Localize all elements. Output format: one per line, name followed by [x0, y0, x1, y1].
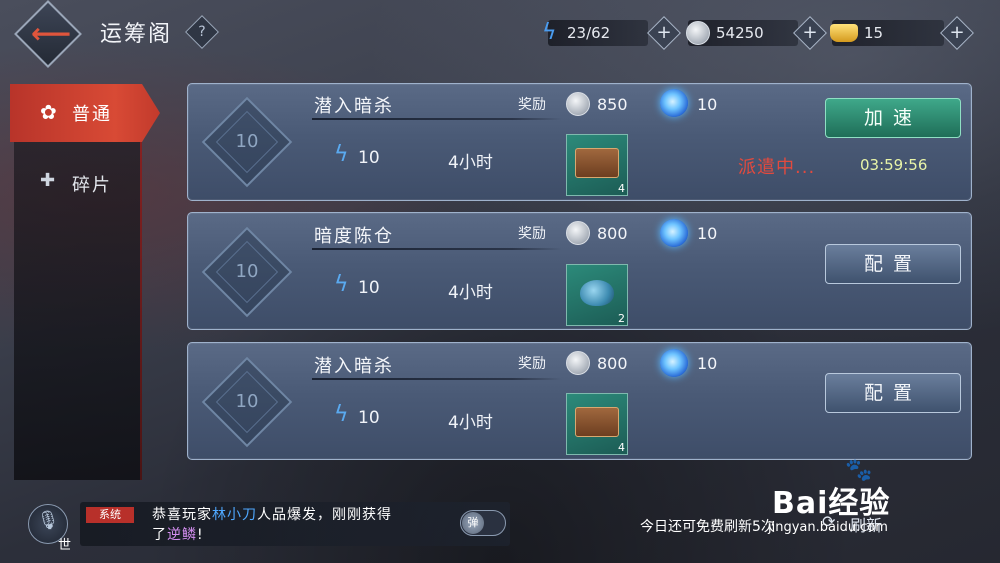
chat-message-line1: 恭喜玩家林小刀人品爆发，刚刚获得 [152, 504, 392, 524]
page-title: 运筹阁 [100, 22, 173, 47]
chat-text: 了 [152, 527, 167, 543]
title-underline [312, 378, 562, 380]
reward-silver: 800 [597, 224, 628, 243]
silver-coin-icon [686, 21, 710, 45]
energy-cost: 10 [358, 278, 380, 298]
lightning-icon: ϟ [334, 142, 349, 167]
silver-coin-icon [566, 221, 590, 245]
world-channel-label: 世 [58, 538, 72, 553]
configure-button[interactable]: 配置 [825, 373, 961, 413]
plus-icon: + [949, 22, 965, 43]
energy-cost: 10 [358, 408, 380, 428]
tab-fragments[interactable]: 碎片 [72, 171, 112, 197]
silver-coin-icon [566, 92, 590, 116]
energy-cost: 10 [358, 148, 380, 168]
gold-value: 15 [864, 24, 884, 42]
gold-ingot-icon [830, 24, 858, 42]
level-value: 10 [235, 261, 259, 282]
plus-icon: + [802, 22, 818, 43]
beetle-icon [580, 280, 614, 306]
flower-icon: ✿ [40, 100, 57, 124]
title-underline [312, 248, 562, 250]
free-refresh-count: 今日还可免费刷新5次 [640, 519, 775, 535]
lightning-icon: ϟ [334, 272, 349, 297]
duration: 4小时 [448, 153, 493, 173]
plus-icon: + [656, 22, 672, 43]
chat-text: 人品爆发，刚刚获得 [257, 507, 392, 523]
item-count: 4 [618, 441, 625, 454]
duration: 4小时 [448, 283, 493, 303]
chat-text: ! [197, 527, 204, 543]
level-value: 10 [235, 131, 259, 152]
mission-title: 潜入暗杀 [314, 356, 394, 377]
mission-title: 潜入暗杀 [314, 96, 394, 117]
item-count: 2 [618, 312, 625, 325]
reward-orb: 10 [697, 354, 718, 373]
watermark-url: jingyan.baidu.com [768, 520, 888, 535]
reward-silver: 850 [597, 95, 628, 114]
reward-silver: 800 [597, 354, 628, 373]
spirit-orb-icon [660, 349, 688, 377]
configure-button[interactable]: 配置 [825, 244, 961, 284]
energy-value: 23/62 [567, 24, 611, 42]
mission-title: 暗度陈仓 [314, 226, 394, 247]
silver-value: 54250 [716, 24, 764, 42]
microphone-icon: 🎙 [36, 510, 60, 531]
back-arrow-icon: ⟵ [31, 17, 72, 50]
sidebar [14, 84, 142, 480]
chest-icon [575, 407, 619, 437]
watermark-brand: Bai经验 [772, 486, 891, 521]
puzzle-icon[interactable]: ✚ [40, 170, 55, 191]
duration: 4小时 [448, 413, 493, 433]
reward-orb: 10 [697, 95, 718, 114]
tab-normal-label: 普通 [72, 104, 112, 125]
player-name[interactable]: 林小刀 [212, 507, 257, 523]
lightning-icon: ϟ [542, 20, 557, 45]
dispatch-status: 派遣中... [738, 157, 816, 178]
silver-coin-icon [566, 351, 590, 375]
spirit-orb-icon [660, 89, 688, 117]
countdown-timer: 03:59:56 [860, 156, 928, 174]
lightning-icon: ϟ [334, 402, 349, 427]
chest-icon [575, 148, 619, 178]
reward-label: 奖励 [518, 226, 546, 242]
speed-up-button[interactable]: 加速 [825, 98, 961, 138]
spirit-orb-icon [660, 219, 688, 247]
title-underline [312, 118, 562, 120]
level-value: 10 [235, 391, 259, 412]
item-name[interactable]: 逆鳞 [167, 527, 197, 543]
reward-label: 奖励 [518, 356, 546, 372]
item-count: 4 [618, 182, 625, 195]
help-icon: ? [198, 24, 206, 40]
sidebar-divider [140, 120, 142, 480]
chat-text: 恭喜玩家 [152, 507, 212, 523]
popup-toggle-knob[interactable]: 弹 [462, 512, 484, 534]
reward-label: 奖励 [518, 97, 546, 113]
reward-orb: 10 [697, 224, 718, 243]
chat-message-line2: 了逆鳞! [152, 524, 204, 544]
system-tag: 系统 [86, 507, 134, 523]
